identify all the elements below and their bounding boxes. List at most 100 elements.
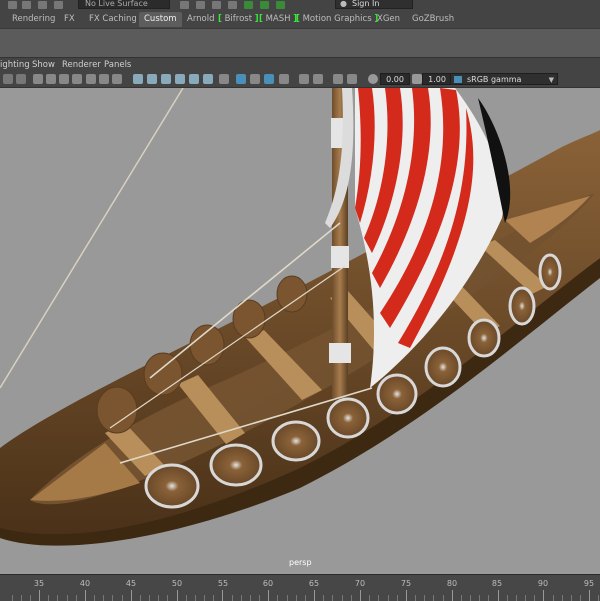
color-space-icon <box>454 76 462 83</box>
motion-blur-icon[interactable] <box>219 74 229 84</box>
xray-icon[interactable] <box>250 74 260 84</box>
gamma-icon <box>412 74 422 84</box>
timeline-tick <box>359 590 361 601</box>
snap-point-icon[interactable] <box>54 1 63 9</box>
menu-show[interactable]: Show <box>32 60 55 70</box>
frame-label: 90 <box>537 579 549 588</box>
2d-pan-icon[interactable] <box>347 74 357 84</box>
resolution-gate-icon[interactable] <box>59 74 69 84</box>
timeline-tick <box>323 595 325 601</box>
frame-label: 95 <box>583 579 595 588</box>
xray-components-icon[interactable] <box>279 74 289 84</box>
toggle-icon[interactable] <box>260 1 269 9</box>
status-line: No Live Surface ● Sign In <box>0 0 600 10</box>
timeline-tick <box>48 595 50 601</box>
toggle-icon[interactable] <box>244 1 253 9</box>
sign-in-button[interactable]: ● Sign In <box>335 0 413 9</box>
timeline-tick <box>580 595 581 601</box>
timeline-tick <box>66 595 68 601</box>
timeline-tick <box>240 595 242 601</box>
frame-label: 55 <box>217 579 229 588</box>
hypershade-icon[interactable] <box>228 1 237 9</box>
time-slider[interactable]: 35 40 45 50 55 60 65 70 75 80 85 90 95 <box>0 574 600 601</box>
panel-menu-bar: ighting Show Renderer Panels <box>0 58 600 72</box>
occlusion-icon[interactable] <box>203 74 213 84</box>
timeline-tick <box>304 595 306 601</box>
camera-attributes-icon[interactable] <box>16 74 26 84</box>
timeline-tick <box>259 595 261 601</box>
frame-label: 40 <box>79 579 91 588</box>
tab-motion-graphics[interactable]: [ Motion Graphics ] <box>296 13 378 26</box>
tab-xgen[interactable]: XGen <box>377 13 400 26</box>
timeline-tick <box>139 595 141 601</box>
mast-band <box>329 343 351 363</box>
textured-icon[interactable] <box>161 74 171 84</box>
timeline-tick <box>75 595 77 601</box>
color-space-select[interactable]: sRGB gamma ▼ <box>450 73 558 85</box>
wireframe-icon[interactable] <box>133 74 143 84</box>
lights-icon[interactable] <box>175 74 185 84</box>
snap-icon[interactable] <box>22 1 31 9</box>
select-tool-icon[interactable] <box>8 1 17 9</box>
tab-rendering[interactable]: Rendering <box>12 13 55 26</box>
timeline-tick <box>204 595 206 601</box>
timeline-tick <box>570 595 572 601</box>
timeline-tick <box>433 595 435 601</box>
timeline-tick <box>589 590 591 601</box>
tab-gozbrush[interactable]: GoZBrush <box>412 13 454 26</box>
timeline-tick <box>29 595 31 601</box>
isolate-icon[interactable] <box>236 74 246 84</box>
toggle-icon[interactable] <box>276 1 285 9</box>
timeline-tick <box>543 590 545 601</box>
menu-renderer[interactable]: Renderer <box>62 60 101 70</box>
field-chart-icon[interactable] <box>86 74 96 84</box>
frame-label: 85 <box>491 579 503 588</box>
timeline-tick <box>213 595 215 601</box>
viewport-persp[interactable]: persp <box>0 88 600 574</box>
gamma-field[interactable]: 1.00 <box>422 73 452 85</box>
grid-icon[interactable] <box>33 74 43 84</box>
safe-title-icon[interactable] <box>112 74 122 84</box>
timeline-tick <box>194 595 196 601</box>
ipr-render-icon[interactable] <box>196 1 205 9</box>
tab-custom[interactable]: Custom <box>139 12 182 27</box>
timeline-tick <box>249 595 251 601</box>
timeline-tick <box>332 595 334 601</box>
render-settings-icon[interactable] <box>212 1 221 9</box>
gate-mask-icon[interactable] <box>72 74 82 84</box>
film-gate-icon[interactable] <box>46 74 56 84</box>
timeline-tick <box>341 595 343 601</box>
pan-zoom-icon[interactable] <box>313 74 323 84</box>
timeline-tick <box>378 595 380 601</box>
timeline-tick <box>231 595 233 601</box>
tab-fx[interactable]: FX <box>64 13 75 26</box>
timeline-tick <box>94 595 95 601</box>
timeline-tick <box>185 595 187 601</box>
shelf-tab-bar: Rendering FX FX Caching Custom Arnold [ … <box>0 10 600 29</box>
menu-lighting[interactable]: ighting <box>0 60 30 70</box>
select-mode-icon[interactable] <box>299 74 309 84</box>
tab-bifrost[interactable]: [ Bifrost ] <box>218 13 259 26</box>
timeline-tick <box>277 595 279 601</box>
timeline-tick <box>369 595 371 601</box>
render-icon[interactable] <box>180 1 189 9</box>
timeline-tick <box>158 595 160 601</box>
exposure-field[interactable]: 0.00 <box>380 73 410 85</box>
timeline-tick <box>295 595 297 601</box>
timeline-tick <box>405 590 407 601</box>
shadows-icon[interactable] <box>189 74 199 84</box>
timeline-tick <box>598 595 600 601</box>
select-camera-icon[interactable] <box>3 74 13 84</box>
viking-ship-model <box>0 88 600 546</box>
menu-panels[interactable]: Panels <box>104 60 131 70</box>
live-surface-field[interactable]: No Live Surface <box>78 0 170 9</box>
tab-arnold[interactable]: Arnold <box>187 13 215 26</box>
timeline-tick <box>268 590 270 601</box>
safe-action-icon[interactable] <box>99 74 109 84</box>
xray-joints-icon[interactable] <box>264 74 274 84</box>
tab-mash[interactable]: [ MASH ] <box>259 13 297 26</box>
image-plane-icon[interactable] <box>333 74 343 84</box>
snap-curve-icon[interactable] <box>38 1 47 9</box>
tab-fx-caching[interactable]: FX Caching <box>89 13 137 26</box>
shaded-icon[interactable] <box>147 74 157 84</box>
